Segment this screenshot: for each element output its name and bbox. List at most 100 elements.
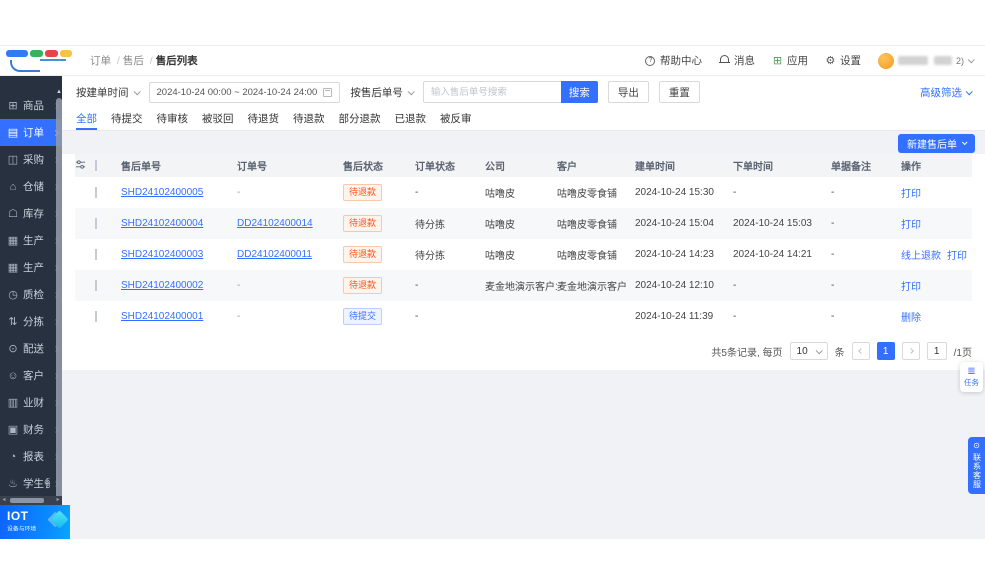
table-header-row: 售后单号 订单号 售后状态 订单状态 公司 客户 建单时间 下单时间 单据备注 操作	[75, 154, 972, 177]
sidebar-item[interactable]: ⌂ 仓储	[0, 173, 62, 200]
order-no-link[interactable]: DD24102400014	[237, 218, 313, 229]
sidebar-item[interactable]: ▦ 生产	[0, 227, 62, 254]
page-size-select[interactable]: 10	[789, 342, 828, 360]
status-tab[interactable]: 部分退款	[339, 108, 381, 130]
status-tab[interactable]: 待审核	[157, 108, 189, 130]
header-action-icon: ?	[645, 55, 656, 66]
iot-module-banner[interactable]: IOT 设备与环境	[0, 505, 70, 539]
user-name-redacted	[897, 56, 928, 65]
avatar	[877, 52, 894, 69]
status-tab[interactable]: 待提交	[111, 108, 143, 130]
aftersale-no-link[interactable]: SHD24102400004	[121, 218, 203, 229]
sidebar-item[interactable]: ◫ 采购	[0, 146, 62, 173]
aftersale-no-link[interactable]: SHD24102400002	[121, 280, 203, 291]
sidebar-item[interactable]: ▦ 生产	[0, 254, 62, 281]
breadcrumb-item[interactable]: 售后列表	[156, 53, 198, 68]
status-tabs: 全部 待提交 待审核 被驳回 待退货 待退款 部分退款 已退款 被反审	[62, 108, 985, 131]
row-checkbox[interactable]	[95, 249, 97, 260]
aftersale-no-link[interactable]: SHD24102400001	[121, 311, 203, 322]
task-panel-button[interactable]: ≣ 任务	[960, 362, 983, 392]
sidebar-scroll-up-icon[interactable]: ▲	[56, 89, 62, 96]
prev-page-button[interactable]	[851, 342, 870, 360]
sidebar-item[interactable]: ☺ 客户	[0, 362, 62, 389]
column-header: 客户	[557, 162, 577, 173]
advanced-filter-toggle[interactable]: 高级筛选	[920, 85, 973, 100]
column-settings-icon[interactable]	[75, 159, 95, 173]
row-action-link[interactable]: 打印	[901, 282, 921, 293]
page-jump-input[interactable]: 1	[926, 342, 947, 360]
row-action-link[interactable]: 线上退款	[901, 251, 941, 262]
order-no-link[interactable]: -	[237, 280, 240, 291]
order-no-link[interactable]: -	[237, 187, 240, 198]
row-action-link[interactable]: 打印	[947, 251, 967, 262]
row-checkbox[interactable]	[95, 280, 97, 291]
status-tab[interactable]: 已退款	[395, 108, 427, 130]
date-range-input[interactable]: 2024-10-24 00:00 ~ 2024-10-24 24:00	[148, 81, 341, 103]
header-action[interactable]: ⊞ 应用	[772, 53, 808, 68]
breadcrumb-item[interactable]: 售后	[123, 53, 156, 68]
column-header: 订单状态	[415, 162, 455, 173]
company-cell: 咕噜皮	[485, 220, 515, 231]
status-badge: 待退款	[343, 277, 383, 294]
header-action[interactable]: ? 帮助中心	[645, 53, 702, 68]
sidebar-item-icon: ◔	[9, 450, 17, 463]
next-page-button[interactable]	[901, 342, 920, 360]
sidebar-item[interactable]: ⇅ 分拣	[0, 308, 62, 335]
sidebar-item[interactable]: ⊞ 商品	[0, 92, 62, 119]
search-button[interactable]: 搜索	[560, 81, 598, 103]
row-action-link[interactable]: 打印	[901, 220, 921, 231]
current-page-button[interactable]: 1	[876, 342, 895, 360]
table-row: SHD24102400003 DD24102400011 待退款 待分拣 咕噜皮…	[75, 239, 972, 270]
row-action-link[interactable]: 打印	[901, 189, 921, 200]
sidebar-item[interactable]: ▥ 业财	[0, 389, 62, 416]
sidebar-item-icon: ◫	[7, 154, 19, 166]
header-action-icon: ⚙	[825, 55, 836, 67]
sidebar-item[interactable]: ☖ 库存	[0, 200, 62, 227]
sidebar-item[interactable]: ▤ 订单	[0, 119, 62, 146]
row-checkbox[interactable]	[95, 187, 97, 198]
time-field-select[interactable]: 按建单时间	[76, 85, 141, 100]
scroll-left-icon[interactable]: ◂	[0, 496, 8, 505]
aftersale-no-link[interactable]: SHD24102400003	[121, 249, 203, 260]
status-tab[interactable]: 被驳回	[202, 108, 234, 130]
sidebar-horizontal-scrollbar[interactable]: ◂ ▸	[0, 496, 62, 505]
sidebar-item-icon: ▤	[7, 127, 19, 139]
row-action-link[interactable]: 删除	[901, 313, 921, 324]
header-action[interactable]: ⚙ 设置	[825, 53, 861, 68]
sidebar-item[interactable]: ▣ 财务	[0, 416, 62, 443]
reset-button[interactable]: 重置	[658, 81, 700, 103]
row-checkbox[interactable]	[95, 311, 97, 322]
aftersale-table-card: 售后单号 订单号 售后状态 订单状态 公司 客户 建单时间 下单时间 单据备注 操作 SHD241…	[62, 154, 985, 370]
status-badge: 待退款	[343, 246, 383, 263]
sidebar-item[interactable]: ⊙ 配送	[0, 335, 62, 362]
sidebar-item[interactable]: ◷ 质检	[0, 281, 62, 308]
export-button[interactable]: 导出	[607, 81, 649, 103]
sidebar-item[interactable]: ♨ 学生餐	[0, 470, 62, 497]
scrollbar-thumb[interactable]	[10, 498, 44, 503]
status-tab[interactable]: 待退货	[248, 108, 280, 130]
filter-bar: 按建单时间 2024-10-24 00:00 ~ 2024-10-24 24:0…	[62, 76, 985, 108]
breadcrumb-item[interactable]: 订单	[90, 53, 123, 68]
sidebar-item[interactable]: ◔ 报表	[0, 443, 62, 470]
header-action[interactable]: 消息	[718, 53, 755, 68]
row-checkbox[interactable]	[95, 218, 97, 229]
sidebar-item-icon: ⇅	[8, 316, 18, 328]
pagination: 共5条记录, 每页 10 条 1 1 /1页	[75, 332, 972, 364]
search-field-select[interactable]: 按售后单号	[350, 85, 415, 100]
order-no-link[interactable]: -	[237, 311, 240, 322]
order-no-link[interactable]: DD24102400011	[237, 249, 312, 260]
user-menu[interactable]: 2)	[877, 52, 975, 69]
select-all-checkbox[interactable]	[95, 160, 97, 171]
status-tab[interactable]: 全部	[76, 108, 97, 130]
search-input[interactable]	[422, 81, 561, 103]
scroll-right-icon[interactable]: ▸	[54, 496, 62, 505]
topbar-actions: ? 帮助中心 消息 ⊞ 应用 ⚙ 设置 2)	[645, 52, 985, 69]
aftersale-no-link[interactable]: SHD24102400005	[121, 187, 203, 198]
chevron-down-icon	[967, 56, 975, 64]
sidebar-vertical-scrollbar[interactable]	[56, 98, 62, 534]
table-row: SHD24102400005 - 待退款 - 咕噜皮 咕噜皮零食铺 2024-1…	[75, 177, 972, 208]
status-tab[interactable]: 待退款	[293, 108, 325, 130]
status-tab[interactable]: 被反审	[440, 108, 472, 130]
new-aftersale-button[interactable]: 新建售后单	[898, 133, 975, 153]
contact-service-button[interactable]: ⊙ 联系客服	[968, 437, 985, 494]
